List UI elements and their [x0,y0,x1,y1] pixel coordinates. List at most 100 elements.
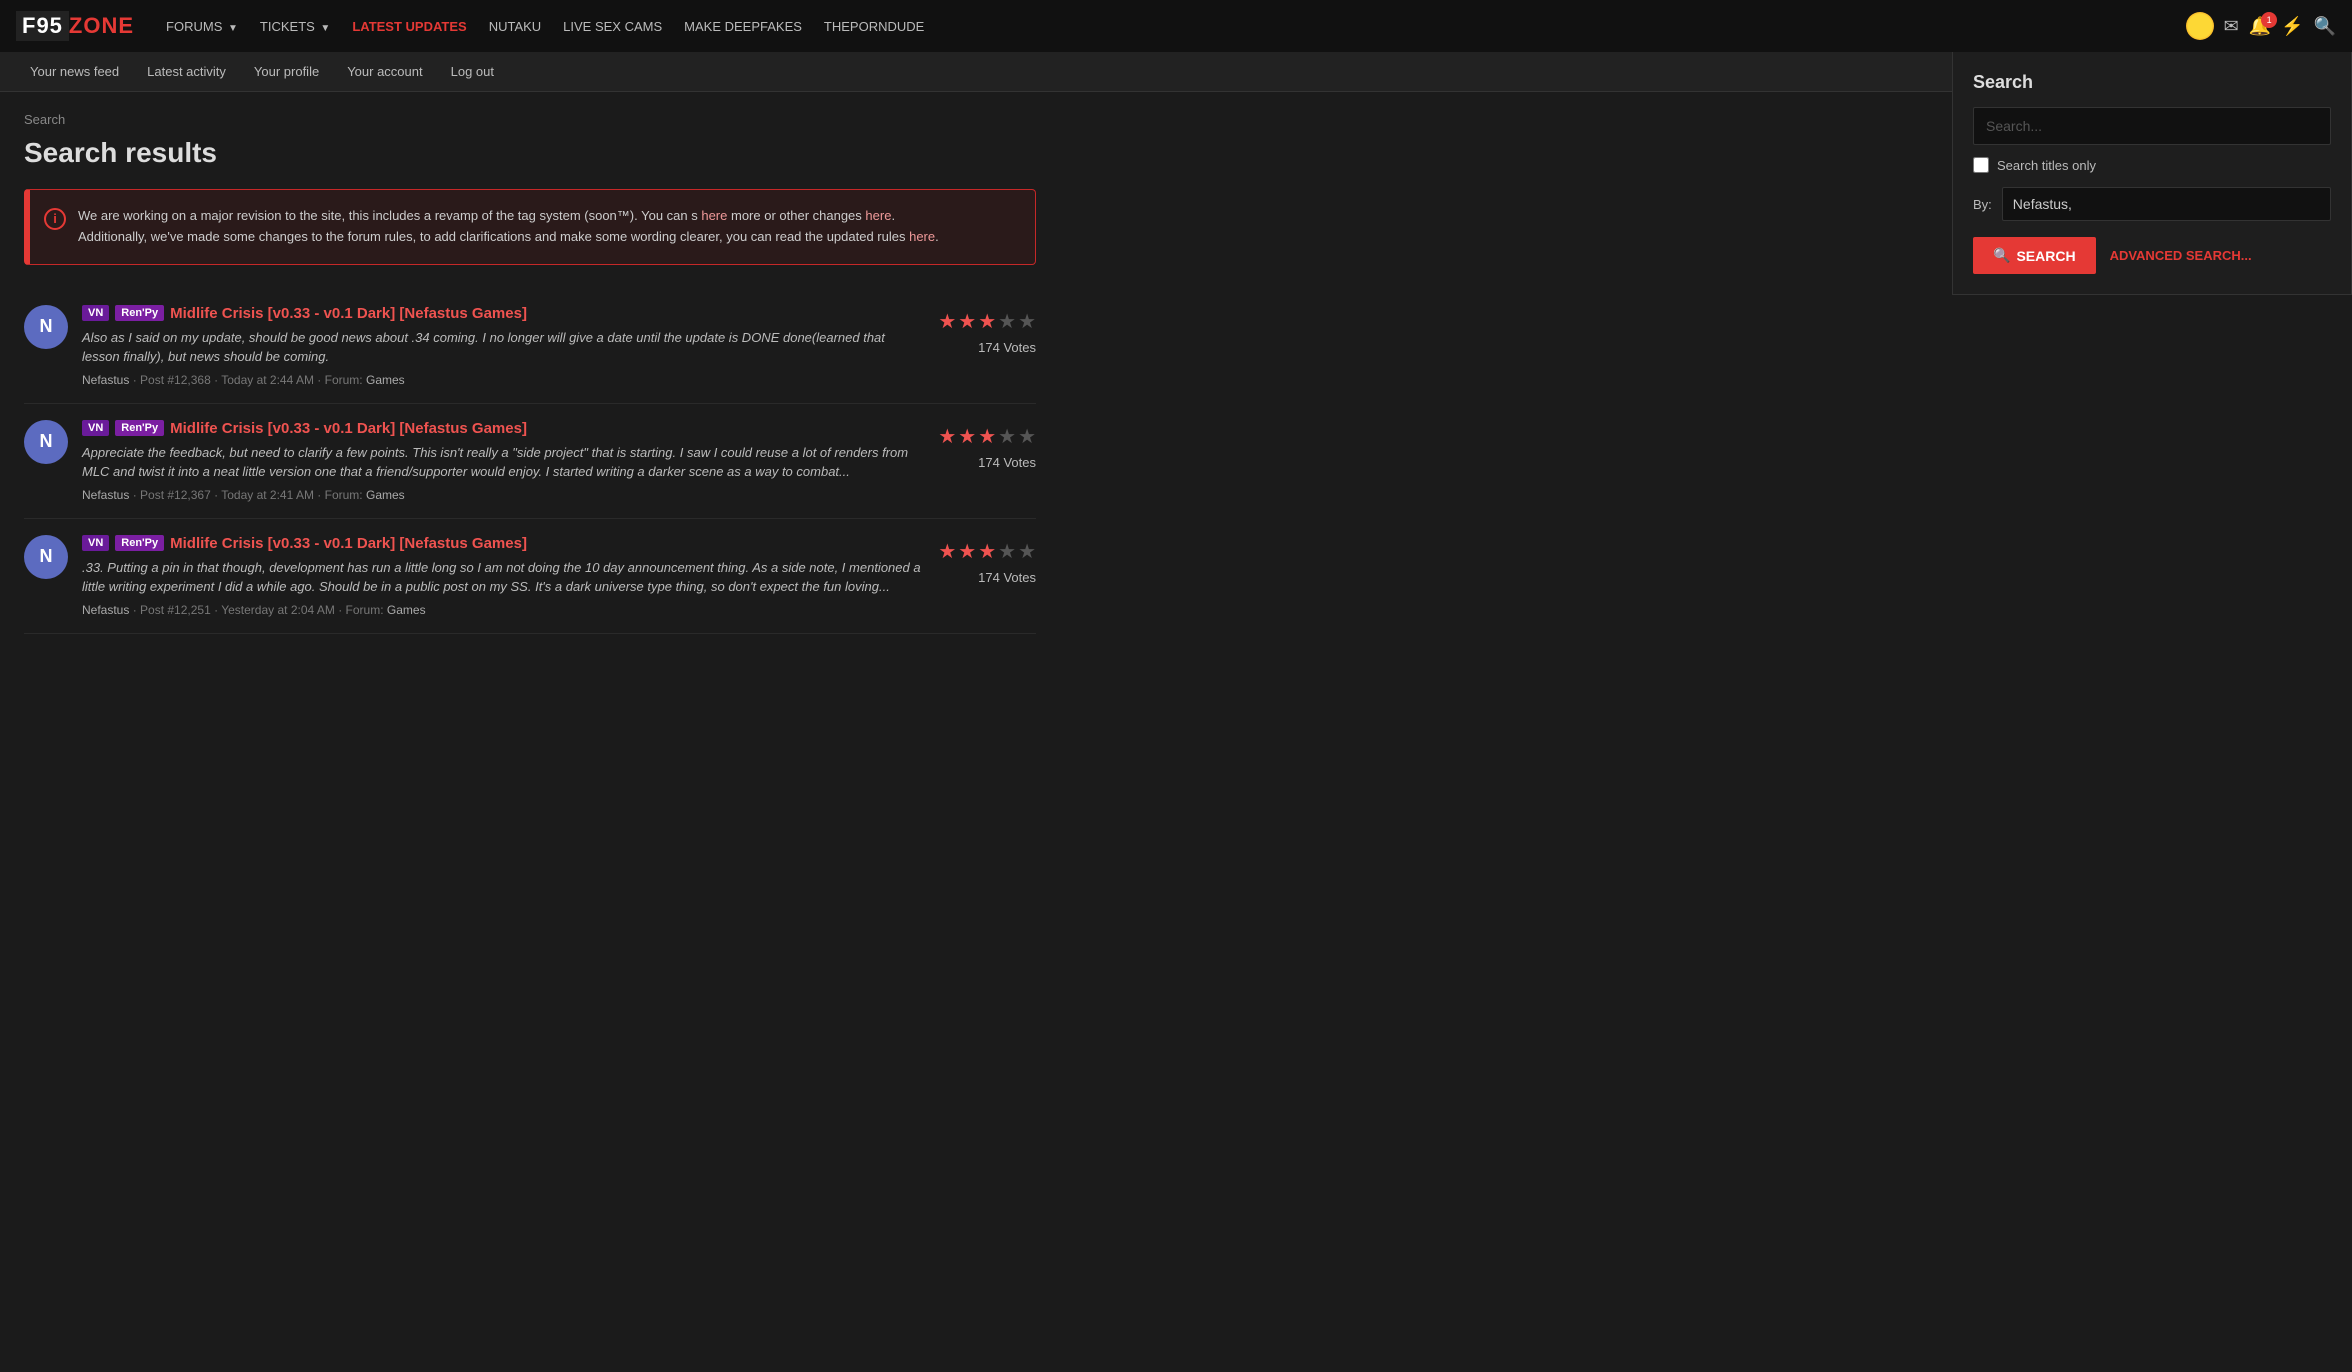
tag-renpy: Ren'Py [115,420,164,436]
result-meta: Nefastus · Post #12,368 · Today at 2:44 … [82,373,924,387]
alert-text: We are working on a major revision to th… [78,206,1019,248]
search-dropdown: Search Search titles only By: 🔍 SEARCH A… [1952,52,2352,295]
result-forum-label: Forum: [346,603,384,617]
search-icon[interactable]: 🔍 [2314,16,2336,37]
nav-live-sex-cams[interactable]: LIVE SEX CAMS [555,13,670,40]
result-title[interactable]: Midlife Crisis [v0.33 - v0.1 Dark] [Nefa… [170,305,527,322]
tag-vn: VN [82,535,109,551]
search-titles-label: Search titles only [1997,158,2096,173]
result-forum-link[interactable]: Games [366,373,405,387]
result-title[interactable]: Midlife Crisis [v0.33 - v0.1 Dark] [Nefa… [170,420,527,437]
result-timestamp: Yesterday at 2:04 AM [221,603,335,617]
alert-link-1[interactable]: here [701,208,727,223]
nav-make-deepfakes[interactable]: MAKE DEEPFAKES [676,13,810,40]
nav-tickets[interactable]: TICKETS ▼ [252,13,338,40]
nav-icons: ✉ 🔔 1 ⚡ 🔍 [2186,12,2336,40]
result-rating: ★ ★ ★ ★ ★ 174 Votes [938,420,1036,470]
nav-nutaku[interactable]: NUTAKU [481,13,549,40]
search-button-icon: 🔍 [1993,247,2010,264]
result-author[interactable]: Nefastus [82,603,129,617]
result-excerpt: Also as I said on my update, should be g… [82,328,924,367]
tag-renpy: Ren'Py [115,535,164,551]
star-5: ★ [1018,424,1036,449]
nav-latest-updates[interactable]: LATEST UPDATES [344,13,474,40]
star-3: ★ [978,539,996,564]
subnav-latest-activity[interactable]: Latest activity [133,64,240,79]
result-forum-label: Forum: [325,488,363,502]
result-forum-label: Forum: [325,373,363,387]
result-rating: ★ ★ ★ ★ ★ 174 Votes [938,305,1036,355]
star-1: ★ [938,424,956,449]
notification-bell-icon[interactable]: 🔔 1 [2249,16,2271,37]
search-by-row: By: [1973,187,2331,221]
result-tags: VN Ren'Py Midlife Crisis [v0.33 - v0.1 D… [82,420,924,437]
star-4: ★ [998,539,1016,564]
tag-renpy: Ren'Py [115,305,164,321]
search-actions: 🔍 SEARCH ADVANCED SEARCH... [1973,237,2331,274]
nav-forums[interactable]: FORUMS ▼ [158,13,246,40]
breadcrumb: Search [24,112,1036,127]
star-1: ★ [938,539,956,564]
result-title[interactable]: Midlife Crisis [v0.33 - v0.1 Dark] [Nefa… [170,535,527,552]
result-item: N VN Ren'Py Midlife Crisis [v0.33 - v0.1… [24,289,1036,404]
result-forum-link[interactable]: Games [366,488,405,502]
search-input[interactable] [1973,107,2331,145]
subnav-news-feed[interactable]: Your news feed [16,64,133,79]
star-1: ★ [938,309,956,334]
result-body: VN Ren'Py Midlife Crisis [v0.33 - v0.1 D… [82,420,924,502]
subnav-your-profile[interactable]: Your profile [240,64,333,79]
star-2: ★ [958,539,976,564]
tag-vn: VN [82,420,109,436]
top-navigation: F95ZONE FORUMS ▼ TICKETS ▼ LATEST UPDATE… [0,0,2352,52]
star-4: ★ [998,424,1016,449]
star-2: ★ [958,309,976,334]
subnav-your-account[interactable]: Your account [333,64,436,79]
result-timestamp: Today at 2:44 AM [221,373,314,387]
avatar: N [24,305,68,349]
star-4: ★ [998,309,1016,334]
search-titles-row: Search titles only [1973,157,2331,173]
search-titles-checkbox[interactable] [1973,157,1989,173]
logo-f95: F95 [16,11,69,41]
result-post-num: Post #12,368 [140,373,211,387]
subnav-log-out[interactable]: Log out [437,64,508,79]
star-5: ★ [1018,539,1036,564]
sunflower-icon[interactable] [2186,12,2214,40]
result-author[interactable]: Nefastus [82,488,129,502]
site-logo[interactable]: F95ZONE [16,11,134,41]
star-3: ★ [978,309,996,334]
result-meta: Nefastus · Post #12,251 · Yesterday at 2… [82,603,924,617]
votes-count: 174 Votes [978,340,1036,355]
star-2: ★ [958,424,976,449]
lightning-icon[interactable]: ⚡ [2281,16,2303,37]
votes-count: 174 Votes [978,570,1036,585]
alert-link-3[interactable]: here [909,229,935,244]
result-excerpt: Appreciate the feedback, but need to cla… [82,443,924,482]
search-button[interactable]: 🔍 SEARCH [1973,237,2096,274]
result-timestamp: Today at 2:41 AM [221,488,314,502]
alert-link-2[interactable]: here [865,208,891,223]
search-by-input[interactable] [2002,187,2331,221]
result-body: VN Ren'Py Midlife Crisis [v0.33 - v0.1 D… [82,535,924,617]
nav-links: FORUMS ▼ TICKETS ▼ LATEST UPDATES NUTAKU… [158,13,2186,40]
result-body: VN Ren'Py Midlife Crisis [v0.33 - v0.1 D… [82,305,924,387]
advanced-search-link[interactable]: ADVANCED SEARCH... [2110,248,2252,263]
mail-icon[interactable]: ✉ [2224,16,2239,37]
search-dropdown-title: Search [1973,72,2331,93]
result-post-num: Post #12,367 [140,488,211,502]
result-post-num: Post #12,251 [140,603,211,617]
page-title: Search results [24,137,1036,169]
result-forum-link[interactable]: Games [387,603,426,617]
alert-box: i We are working on a major revision to … [24,189,1036,265]
result-meta: Nefastus · Post #12,367 · Today at 2:41 … [82,488,924,502]
result-rating: ★ ★ ★ ★ ★ 174 Votes [938,535,1036,585]
logo-zone: ZONE [69,13,134,39]
stars: ★ ★ ★ ★ ★ [938,539,1036,564]
nav-theporndude[interactable]: THEPORNDUDE [816,13,932,40]
stars: ★ ★ ★ ★ ★ [938,309,1036,334]
result-author[interactable]: Nefastus [82,373,129,387]
result-tags: VN Ren'Py Midlife Crisis [v0.33 - v0.1 D… [82,305,924,322]
star-3: ★ [978,424,996,449]
avatar: N [24,535,68,579]
result-item: N VN Ren'Py Midlife Crisis [v0.33 - v0.1… [24,519,1036,634]
